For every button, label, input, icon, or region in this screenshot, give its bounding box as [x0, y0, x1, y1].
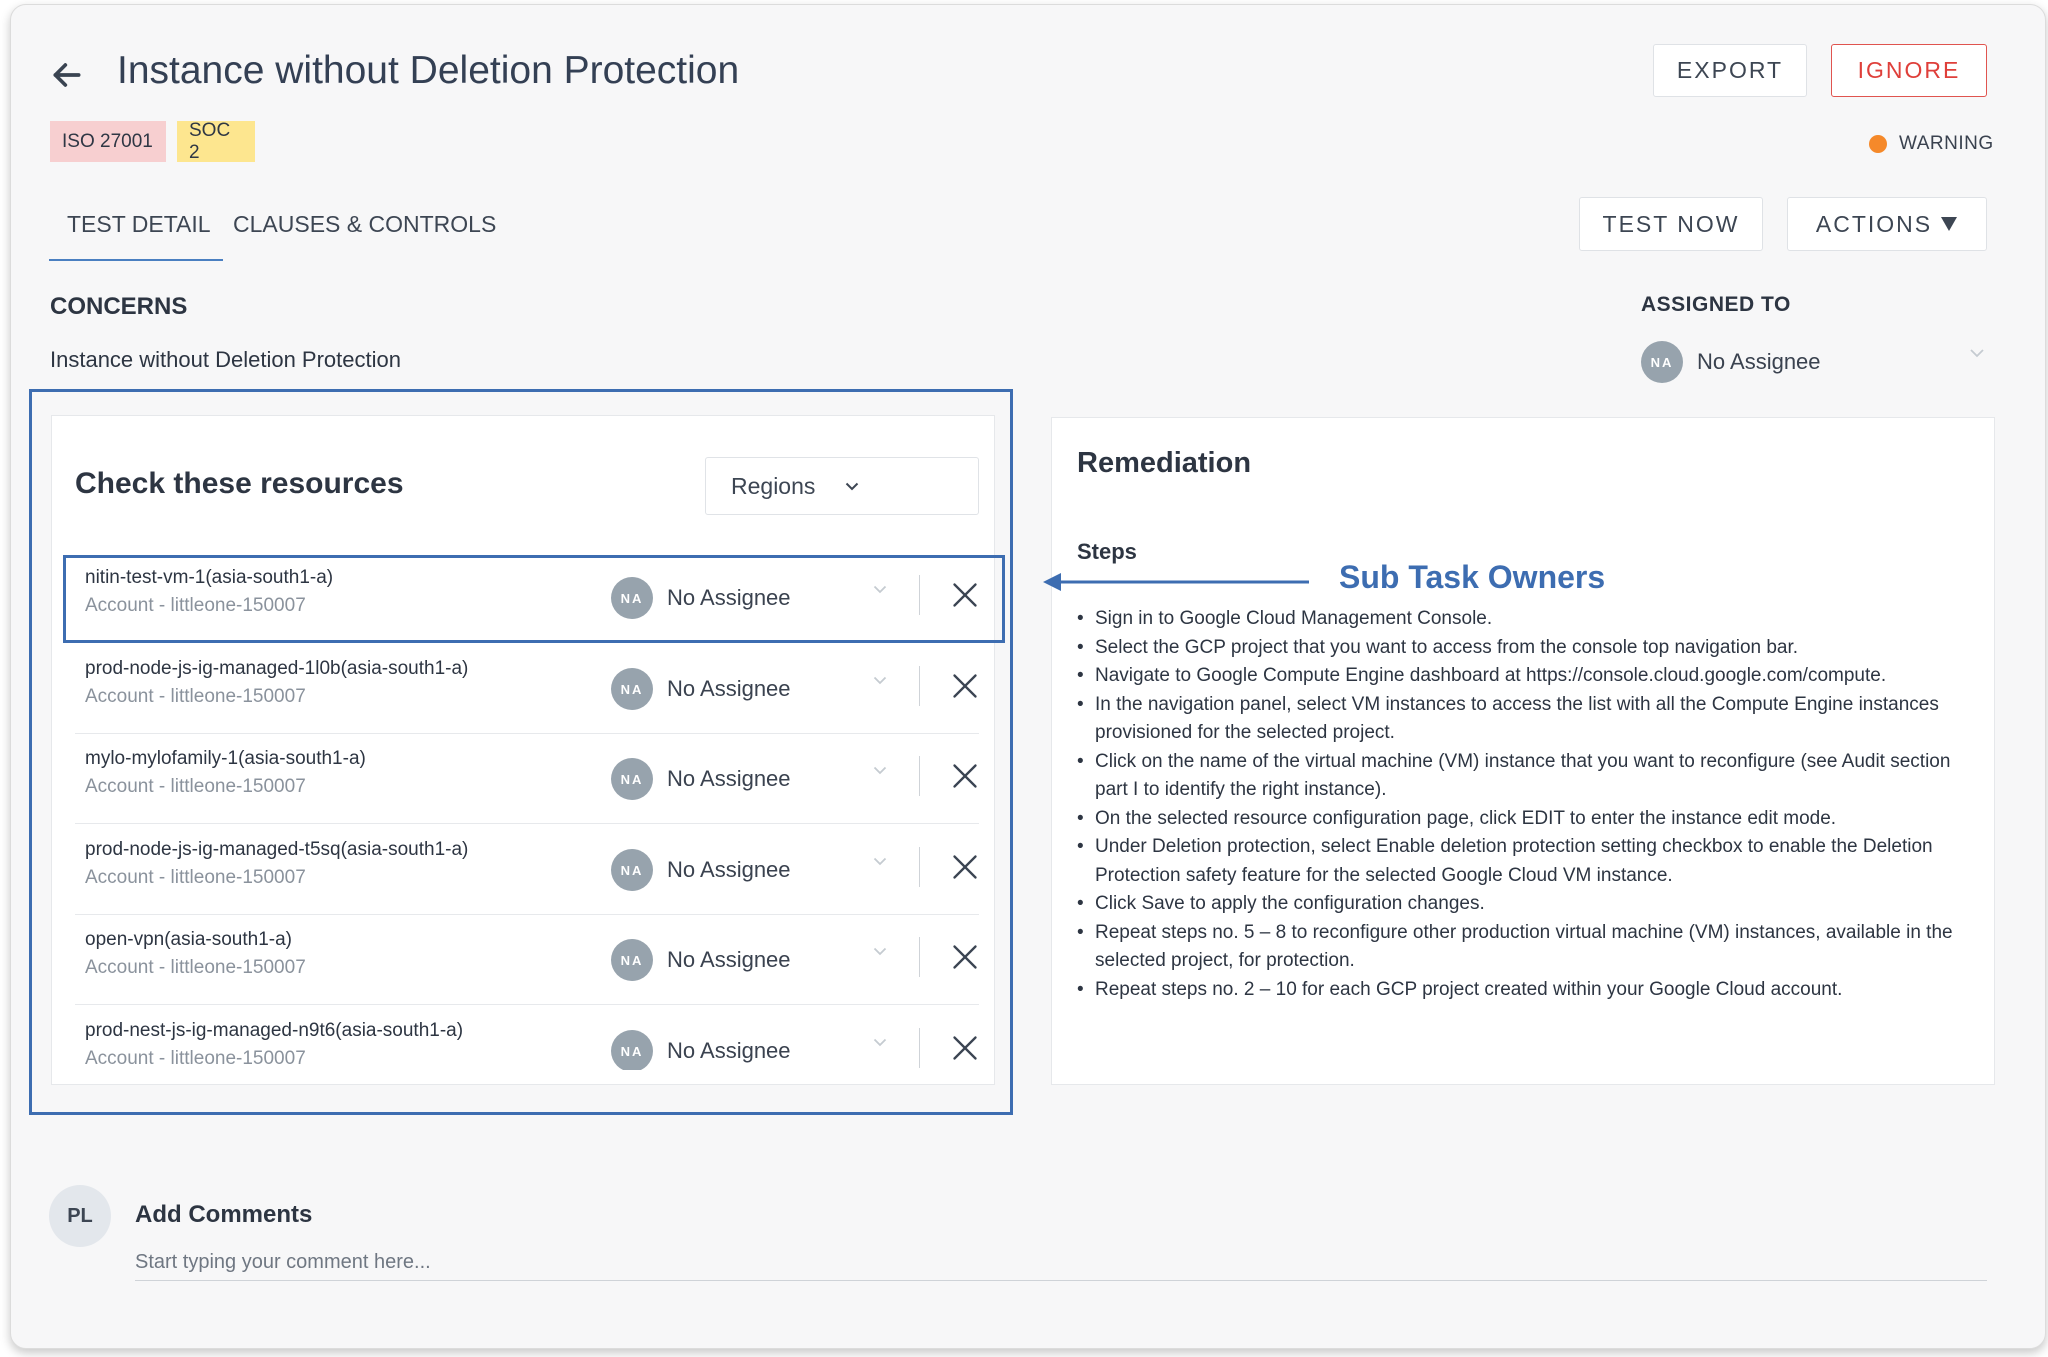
status-badge: WARNING: [1869, 133, 1994, 155]
ignore-button[interactable]: IGNORE: [1831, 44, 1987, 97]
step-item: Click Save to apply the configuration ch…: [1077, 890, 1977, 919]
page-title: Instance without Deletion Protection: [117, 49, 740, 92]
avatar: NA: [1641, 341, 1683, 383]
steps-heading: Steps: [1077, 539, 1137, 564]
user-avatar: PL: [49, 1185, 111, 1247]
tag-soc-2: SOC 2: [177, 120, 255, 163]
annotation-arrow-icon: [1043, 573, 1309, 591]
remediation-steps-list: Sign in to Google Cloud Management Conso…: [1077, 605, 1977, 1004]
export-button[interactable]: EXPORT: [1653, 44, 1807, 97]
tag-iso-27001: ISO 27001: [50, 121, 166, 162]
assignee-name: No Assignee: [1697, 349, 1821, 374]
comment-input[interactable]: [135, 1245, 1987, 1281]
assigned-to-heading: ASSIGNED TO: [1641, 293, 1791, 316]
annotation-row-highlight: [63, 555, 1005, 643]
main-assignee-select[interactable]: NA No Assignee: [1641, 341, 1821, 383]
status-label: WARNING: [1899, 133, 1994, 154]
step-item: Select the GCP project that you want to …: [1077, 634, 1977, 663]
step-item: Repeat steps no. 5 – 8 to reconfigure ot…: [1077, 919, 1977, 976]
annotation-highlight-box: [29, 389, 1013, 1115]
add-comments-heading: Add Comments: [135, 1201, 313, 1228]
step-item: Sign in to Google Cloud Management Conso…: [1077, 605, 1977, 634]
concerns-heading: CONCERNS: [50, 293, 188, 320]
warning-dot-icon: [1869, 135, 1887, 153]
remediation-title: Remediation: [1077, 447, 1252, 479]
annotation-label: Sub Task Owners: [1339, 559, 1606, 595]
active-tab-indicator: [49, 259, 223, 261]
step-item: Repeat steps no. 2 – 10 for each GCP pro…: [1077, 976, 1977, 1005]
actions-button[interactable]: ACTIONS: [1787, 197, 1987, 251]
step-item: Under Deletion protection, select Enable…: [1077, 833, 1977, 890]
back-arrow-icon[interactable]: [47, 55, 87, 95]
tab-clauses-controls[interactable]: CLAUSES & CONTROLS: [233, 211, 496, 238]
caret-down-icon: [1941, 217, 1958, 231]
step-item: On the selected resource configuration p…: [1077, 805, 1977, 834]
tab-test-detail[interactable]: TEST DETAIL: [67, 211, 211, 238]
step-item: Navigate to Google Compute Engine dashbo…: [1077, 662, 1977, 691]
step-item: Click on the name of the virtual machine…: [1077, 748, 1977, 805]
actions-label: ACTIONS: [1815, 210, 1933, 237]
chevron-down-icon[interactable]: [1969, 348, 1985, 358]
concerns-text: Instance without Deletion Protection: [50, 347, 401, 372]
app-window: Instance without Deletion Protection EXP…: [10, 4, 2046, 1349]
test-now-button[interactable]: TEST NOW: [1579, 197, 1763, 251]
step-item: In the navigation panel, select VM insta…: [1077, 691, 1977, 748]
